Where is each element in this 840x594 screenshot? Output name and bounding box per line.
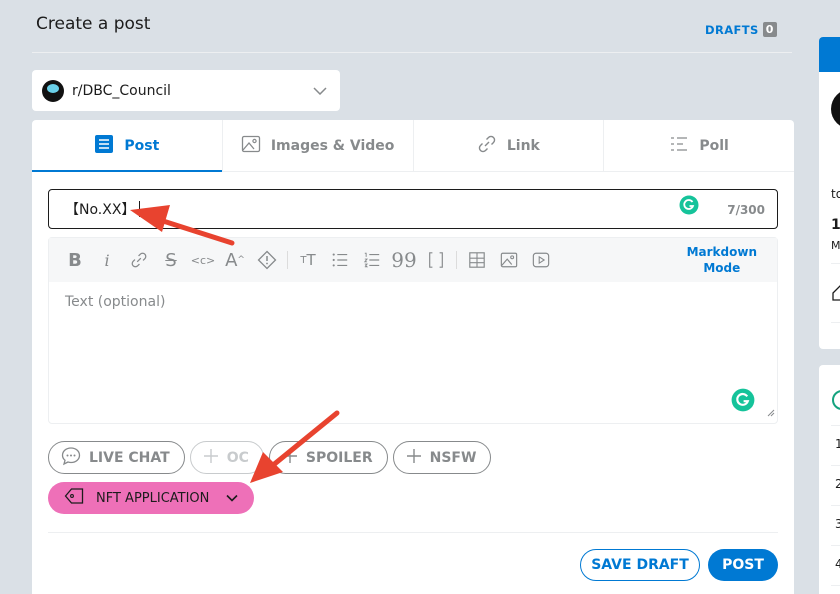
- rule-number: 3: [835, 517, 840, 531]
- flair-label: NFT APPLICATION: [96, 490, 210, 506]
- drafts-button[interactable]: DRAFTS 0: [705, 22, 777, 37]
- tab-poll[interactable]: Poll: [604, 120, 794, 171]
- rule-divider: [831, 505, 840, 506]
- actions-divider: [48, 532, 778, 533]
- markdown-mode-button[interactable]: Markdown Mode: [687, 244, 757, 276]
- chevron-down-icon: [226, 491, 238, 506]
- oc-button[interactable]: OC: [189, 441, 264, 474]
- image-icon: [241, 134, 261, 158]
- community-card-header: [819, 37, 840, 72]
- post-icon: [94, 134, 114, 158]
- link-icon[interactable]: [123, 244, 155, 276]
- spoiler-button[interactable]: SPOILER: [268, 441, 388, 474]
- body-textarea[interactable]: Text (optional): [49, 282, 777, 322]
- rule-divider: [831, 585, 840, 586]
- markdown-line2: Mode: [703, 261, 741, 275]
- rule-divider: [831, 465, 840, 466]
- plus-icon: [406, 448, 422, 468]
- insert-image-icon[interactable]: [493, 244, 525, 276]
- rule-divider: [831, 545, 840, 546]
- live-chat-label: LIVE CHAT: [89, 449, 170, 466]
- resize-handle-icon[interactable]: [767, 402, 775, 421]
- strikethrough-icon[interactable]: S: [155, 244, 187, 276]
- live-chat-button[interactable]: LIVE CHAT: [48, 441, 185, 474]
- drafts-label: DRAFTS: [705, 22, 759, 37]
- inline-code-icon[interactable]: <c>: [187, 244, 219, 276]
- grammarly-icon[interactable]: [731, 388, 755, 416]
- post-editor-card: Post Images & Video Link Poll 【No.XX】 7/…: [32, 120, 794, 594]
- rich-text-editor: B i S <c> A ^ TT 99 Markdown Mode Text (o…: [48, 237, 778, 424]
- home-icon: [831, 284, 840, 306]
- rules-card: 1 2 3 4: [819, 365, 840, 594]
- community-name: r/DBC_Council: [72, 82, 171, 99]
- community-avatar: [42, 79, 64, 102]
- body-placeholder: Text (optional): [65, 294, 166, 310]
- nsfw-button[interactable]: NSFW: [392, 441, 492, 474]
- oc-label: OC: [226, 449, 249, 466]
- rule-number: 1: [835, 437, 840, 451]
- community-card-text: to: [831, 187, 840, 201]
- italic-icon[interactable]: i: [91, 244, 123, 276]
- toolbar-separator: [456, 251, 457, 269]
- title-char-counter: 7/300: [727, 203, 765, 217]
- quote-icon[interactable]: 99: [388, 244, 420, 276]
- flair-selector[interactable]: NFT APPLICATION: [48, 482, 254, 514]
- save-draft-button[interactable]: SAVE DRAFT: [580, 549, 700, 581]
- markdown-line1: Markdown: [686, 245, 757, 259]
- post-options: LIVE CHAT OC SPOILER NSFW: [48, 441, 492, 474]
- spoiler-icon[interactable]: [251, 244, 283, 276]
- chat-bubble-icon: [61, 446, 81, 470]
- heading-icon[interactable]: TT: [292, 244, 324, 276]
- community-info-card: to 1 M: [819, 37, 840, 349]
- superscript-icon[interactable]: A ^: [219, 244, 251, 276]
- page-title: Create a post: [36, 14, 151, 34]
- tab-images-label: Images & Video: [270, 137, 395, 154]
- post-type-tabs: Post Images & Video Link Poll: [32, 120, 794, 172]
- code-block-icon[interactable]: [420, 244, 452, 276]
- bulleted-list-icon[interactable]: [324, 244, 356, 276]
- title-input[interactable]: 【No.XX】 7/300: [48, 189, 778, 229]
- table-icon[interactable]: [461, 244, 493, 276]
- community-card-avatar: [831, 89, 840, 129]
- tab-link-label: Link: [506, 137, 540, 154]
- nsfw-label: NSFW: [429, 449, 477, 466]
- formatting-toolbar: B i S <c> A ^ TT 99 Markdown Mode: [49, 238, 777, 282]
- text-caret: [139, 201, 141, 217]
- tab-images-video[interactable]: Images & Video: [223, 120, 414, 171]
- poll-icon: [669, 134, 689, 158]
- tab-post-label: Post: [124, 137, 160, 154]
- rule-number: 2: [835, 477, 840, 491]
- post-button[interactable]: POST: [708, 549, 778, 581]
- toolbar-separator: [287, 251, 288, 269]
- community-selector[interactable]: r/DBC_Council: [32, 70, 340, 111]
- link-icon: [477, 134, 497, 158]
- reddit-rules-icon: [831, 389, 840, 415]
- rule-number: 4: [835, 557, 840, 571]
- title-value: 【No.XX】: [65, 202, 136, 218]
- bold-icon[interactable]: B: [59, 244, 91, 276]
- tab-post[interactable]: Post: [32, 120, 223, 172]
- tab-link[interactable]: Link: [414, 120, 605, 171]
- numbered-list-icon[interactable]: [356, 244, 388, 276]
- drafts-count: 0: [762, 22, 777, 37]
- plus-icon: [203, 448, 219, 468]
- grammarly-icon[interactable]: [679, 195, 699, 219]
- insert-video-icon[interactable]: [525, 244, 557, 276]
- community-card-stat: 1: [831, 217, 840, 233]
- chevron-down-icon: [310, 86, 330, 95]
- card-divider: [831, 322, 840, 323]
- community-card-stat-label: M: [831, 239, 840, 252]
- plus-icon: [282, 448, 298, 468]
- card-divider: [831, 263, 840, 264]
- tag-icon: [64, 487, 84, 509]
- rule-divider: [831, 425, 840, 426]
- spoiler-label: SPOILER: [305, 449, 373, 466]
- header-divider: [32, 52, 792, 53]
- tab-poll-label: Poll: [699, 137, 729, 154]
